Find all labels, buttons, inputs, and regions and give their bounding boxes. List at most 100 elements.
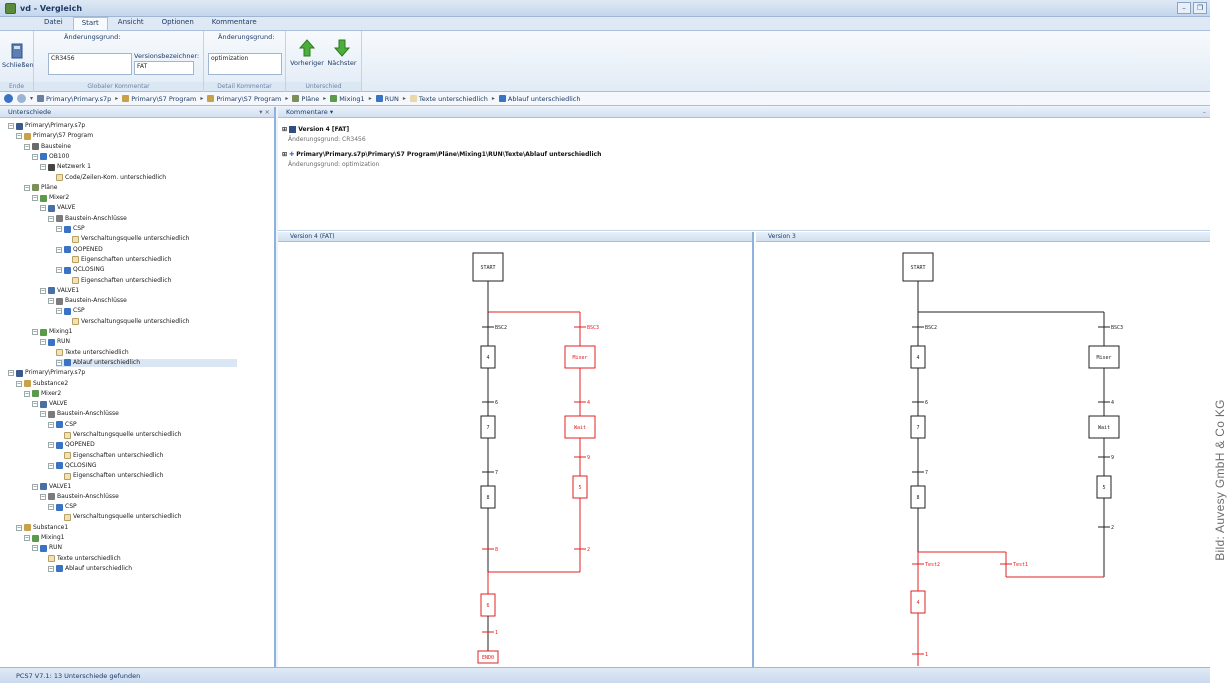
expand-toggle-icon[interactable]: − — [32, 483, 38, 490]
tree-node[interactable]: − Baustein-Anschlüsse — [40, 410, 119, 418]
expand-toggle-icon[interactable]: − — [16, 524, 22, 531]
tree-node[interactable]: − Baustein-Anschlüsse — [40, 493, 119, 501]
tree-node[interactable]: −Texte unterschiedlich — [40, 555, 121, 563]
sfc-step-label[interactable]: START — [480, 265, 495, 271]
expand-toggle-icon[interactable]: − — [40, 493, 46, 500]
tree-node[interactable]: −Verschaltungsquelle unterschiedlich — [56, 431, 181, 439]
tree-node[interactable]: −Verschaltungsquelle unterschiedlich — [56, 513, 181, 521]
tree-node[interactable]: −Eigenschaften unterschiedlich — [64, 277, 171, 285]
tree-node[interactable]: − CSP — [48, 503, 77, 511]
comments-title[interactable]: Kommentare — [286, 108, 328, 116]
tree-node[interactable]: − Primary\S7 Program — [16, 132, 93, 140]
tree-node[interactable]: − VALVE — [40, 204, 75, 212]
tree-node[interactable]: − Substance1 — [16, 524, 68, 532]
expand-toggle-icon[interactable]: − — [16, 133, 22, 140]
breadcrumb-item[interactable]: Primary\S7 Program — [122, 95, 196, 103]
tree-node[interactable]: −Verschaltungsquelle unterschiedlich — [64, 318, 189, 326]
expand-toggle-icon[interactable]: − — [32, 153, 38, 160]
sfc-step-label[interactable]: 5 — [1102, 485, 1105, 491]
expand-toggle-icon[interactable]: − — [56, 226, 62, 232]
expand-toggle-icon[interactable]: − — [56, 267, 62, 274]
forward-icon[interactable] — [17, 94, 26, 103]
tree-node[interactable]: − Ablauf unterschiedlich — [56, 358, 237, 367]
sfc-step-label[interactable]: START — [910, 265, 925, 271]
restore-button[interactable]: ❐ — [1193, 2, 1207, 14]
tab-kommentare[interactable]: Kommentare — [204, 17, 265, 30]
breadcrumb-item[interactable]: Ablauf unterschiedlich — [498, 95, 581, 103]
sfc-chart-left[interactable]: START BSC2 BSC3 4 6 7 7 8 8 Mixer 4 Wait 9 5 2 6 1 END0 — [278, 242, 752, 666]
tree-node[interactable]: − Primary\Primary.s7p — [8, 122, 85, 130]
minimize-button[interactable]: – — [1177, 2, 1191, 14]
breadcrumb-item[interactable]: Primary\Primary.s7p — [37, 95, 111, 103]
tree-node[interactable]: − QOPENED — [48, 441, 95, 449]
tree-node[interactable]: − VALVE1 — [40, 287, 79, 295]
tree-node[interactable]: −Eigenschaften unterschiedlich — [56, 472, 163, 480]
tree-node[interactable]: − CSP — [48, 421, 77, 429]
sfc-step-label[interactable]: Wait — [1098, 425, 1110, 431]
sfc-step-label[interactable]: 4 — [916, 600, 919, 606]
chevron-down-icon[interactable]: ▾ — [30, 95, 33, 102]
sfc-step-label[interactable]: 5 — [578, 485, 581, 491]
tree-node[interactable]: − Mixing1 — [24, 534, 65, 542]
tab-datei[interactable]: Datei — [36, 17, 71, 30]
version-field[interactable]: FAT — [134, 61, 194, 75]
sfc-step-label[interactable]: 6 — [486, 603, 489, 609]
expand-toggle-icon[interactable]: − — [40, 164, 46, 171]
breadcrumb-item[interactable]: Texte unterschiedlich — [409, 95, 488, 103]
previous-button[interactable]: Vorheriger — [290, 39, 324, 67]
expand-icon[interactable]: ⊞ — [282, 126, 287, 133]
expand-toggle-icon[interactable]: − — [48, 442, 54, 449]
expand-toggle-icon[interactable]: − — [56, 246, 62, 253]
tree-node[interactable]: − OB100 — [32, 153, 69, 161]
tree-node[interactable]: − Substance2 — [16, 380, 68, 388]
sfc-step-label[interactable]: Wait — [574, 425, 586, 431]
sfc-step-label[interactable]: 8 — [486, 495, 489, 501]
sfc-step-label[interactable]: 7 — [916, 425, 919, 431]
expand-toggle-icon[interactable]: − — [56, 359, 62, 366]
panel-close-icon[interactable]: ▾ × — [259, 107, 270, 118]
tree-node[interactable]: − Baustein-Anschlüsse — [48, 215, 127, 223]
expand-toggle-icon[interactable]: − — [16, 380, 22, 387]
breadcrumb-item[interactable]: Primary\S7 Program — [207, 95, 281, 103]
expand-toggle-icon[interactable]: − — [24, 535, 30, 541]
expand-toggle-icon[interactable]: − — [48, 565, 54, 572]
tree-node[interactable]: −Eigenschaften unterschiedlich — [64, 256, 171, 264]
expand-toggle-icon[interactable]: − — [24, 184, 30, 191]
sfc-step-label[interactable]: 8 — [916, 495, 919, 501]
tree-node[interactable]: − RUN — [40, 338, 70, 346]
tree-node[interactable]: − Bausteine — [24, 143, 71, 151]
expand-toggle-icon[interactable]: − — [8, 123, 14, 129]
tree-node[interactable]: − QCLOSING — [48, 462, 96, 470]
expand-toggle-icon[interactable]: − — [48, 462, 54, 469]
expand-toggle-icon[interactable]: − — [48, 504, 54, 511]
tree-node[interactable]: −Texte unterschiedlich — [48, 349, 129, 357]
expand-toggle-icon[interactable]: − — [40, 411, 46, 418]
expand-toggle-icon[interactable]: − — [40, 205, 46, 212]
expand-toggle-icon[interactable]: − — [32, 329, 38, 335]
sfc-step-label[interactable]: Mixer — [1096, 355, 1111, 361]
tree-node[interactable]: − Primary\Primary.s7p — [8, 369, 85, 377]
sfc-step-label[interactable]: 4 — [916, 355, 919, 361]
tree-node[interactable]: − Pläne — [24, 184, 57, 192]
tree-node[interactable]: − Baustein-Anschlüsse — [48, 297, 127, 305]
sfc-step-label[interactable]: 7 — [486, 425, 489, 431]
tree-node[interactable]: − CSP — [56, 225, 85, 233]
tree-node[interactable]: − RUN — [32, 544, 62, 552]
breadcrumb-item[interactable]: Mixing1 — [330, 95, 365, 103]
expand-toggle-icon[interactable]: − — [40, 287, 46, 294]
tab-ansicht[interactable]: Ansicht — [110, 17, 152, 30]
expand-toggle-icon[interactable]: − — [24, 143, 30, 150]
sfc-step-label[interactable]: END0 — [482, 655, 494, 661]
back-icon[interactable] — [4, 94, 13, 103]
tree-node[interactable]: −Code/Zeilen-Kom. unterschiedlich — [48, 174, 166, 182]
sfc-chart-right[interactable]: START BSC2 BSC3 4 6 7 7 8 Mixer 4 Wait 9 5 2 Test2 Test… — [756, 242, 1210, 666]
expand-toggle-icon[interactable]: − — [48, 215, 54, 222]
sfc-step-label[interactable]: 4 — [486, 355, 489, 361]
tab-start[interactable]: Start — [72, 17, 108, 30]
comment-path-row[interactable]: ⊞ ✚ Primary\Primary.s7p\Primary\S7 Progr… — [282, 151, 601, 158]
tree-node[interactable]: − Netzwerk 1 — [40, 163, 91, 171]
expand-toggle-icon[interactable]: − — [24, 390, 30, 397]
expand-toggle-icon[interactable]: − — [8, 370, 14, 377]
expand-toggle-icon[interactable]: − — [32, 545, 38, 552]
tree-node[interactable]: − Mixer2 — [24, 390, 61, 398]
